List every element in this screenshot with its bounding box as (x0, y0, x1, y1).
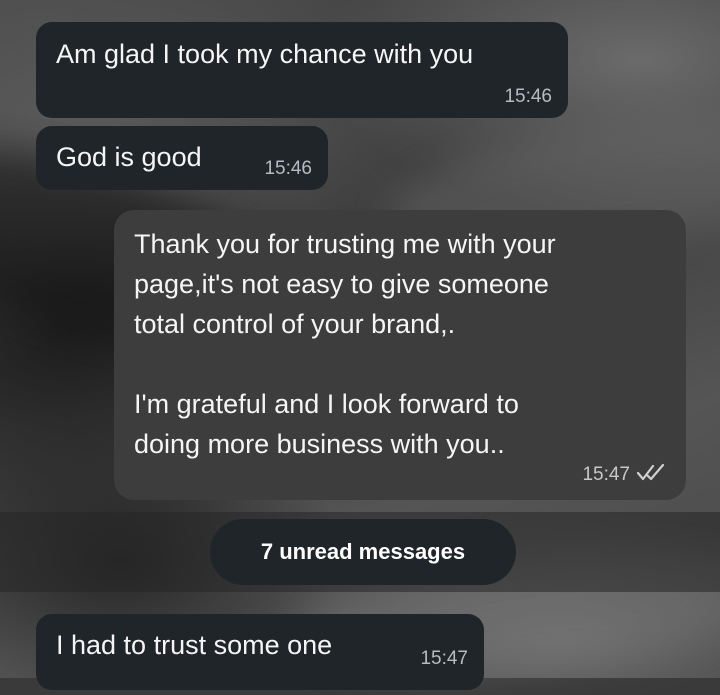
message-text: God is good (56, 142, 202, 172)
message-timestamp: 15:47 (420, 648, 468, 669)
message-text: Am glad I took my chance with you (56, 39, 474, 69)
incoming-message-bubble[interactable]: Am glad I took my chance with you 15:46 (36, 22, 568, 118)
unread-messages-badge: 7 unread messages (210, 519, 516, 585)
outgoing-message-bubble[interactable]: Thank you for trusting me with your page… (114, 210, 686, 500)
message-text: Thank you for trusting me with your page… (134, 229, 556, 459)
message-text: I had to trust some one (56, 630, 333, 660)
incoming-message-bubble[interactable]: God is good 15:46 (36, 126, 328, 190)
incoming-message-bubble[interactable]: I had to trust some one 15:47 (36, 614, 484, 690)
message-timestamp: 15:46 (264, 158, 312, 179)
message-meta: 15:47 (582, 462, 666, 488)
unread-messages-label: 7 unread messages (260, 539, 466, 564)
message-timestamp: 15:46 (504, 86, 552, 107)
message-timestamp: 15:47 (582, 464, 630, 485)
double-check-icon (636, 462, 666, 488)
